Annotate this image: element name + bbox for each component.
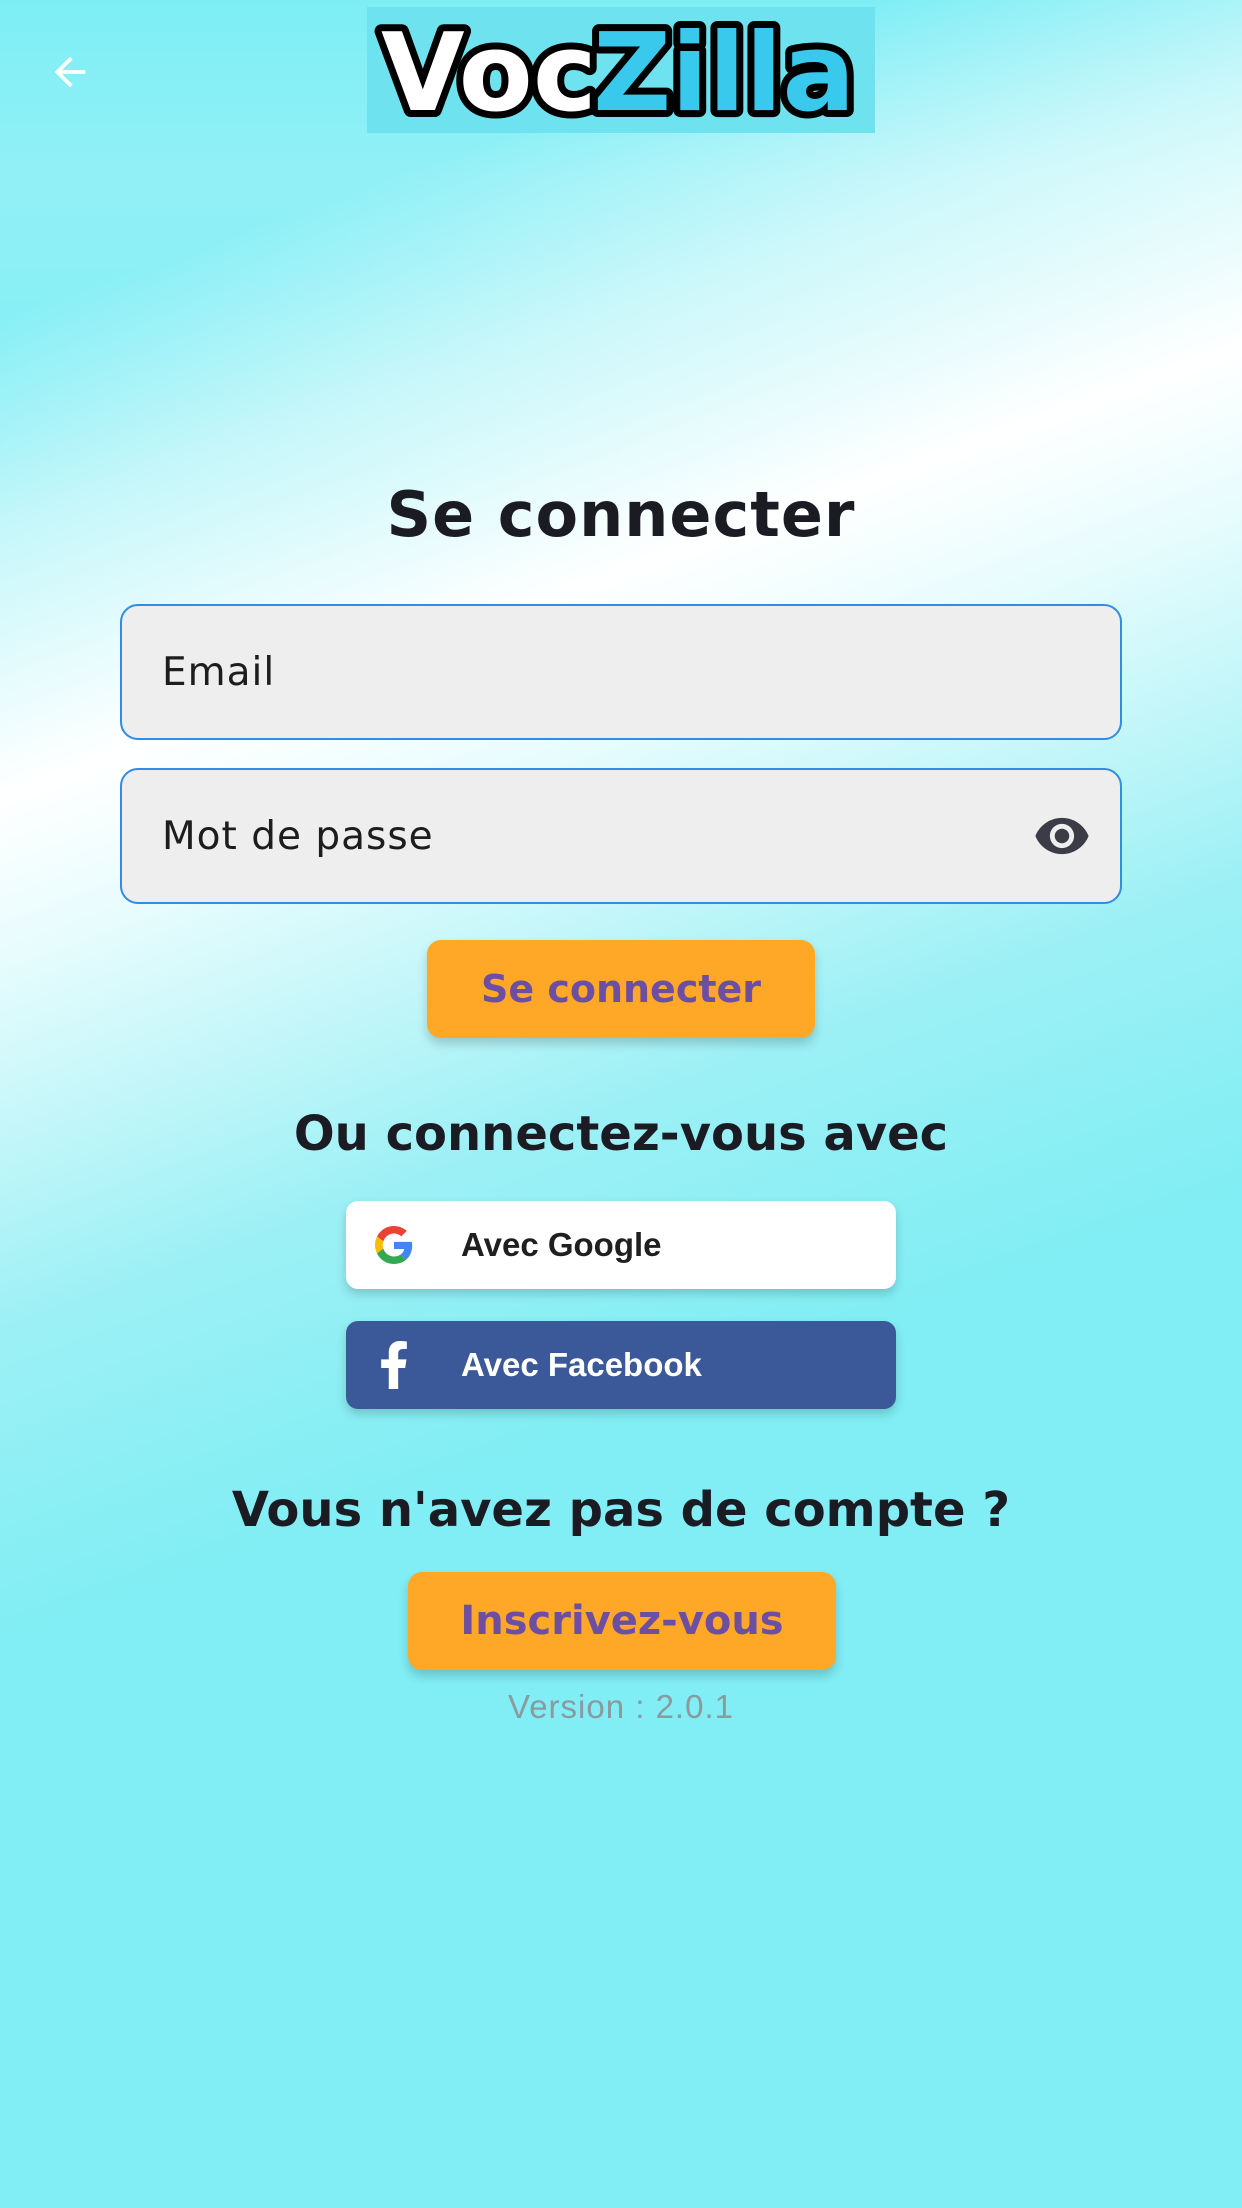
logo-text-dark: Voc xyxy=(381,11,597,130)
facebook-login-button[interactable]: Avec Facebook xyxy=(346,1321,896,1409)
arrow-left-icon xyxy=(47,49,93,100)
no-account-heading: Vous n'avez pas de compte ? xyxy=(231,1482,1011,1538)
facebook-icon xyxy=(370,1341,418,1389)
eye-icon xyxy=(1033,807,1091,870)
signup-button[interactable]: Inscrivez-vous xyxy=(408,1572,836,1670)
email-placeholder: Email xyxy=(162,649,276,695)
background xyxy=(0,0,1242,2208)
google-login-button[interactable]: Avec Google xyxy=(346,1201,896,1289)
social-login-heading: Ou connectez-vous avec xyxy=(293,1106,949,1162)
logo-text-accent: Zilla xyxy=(593,11,855,130)
facebook-login-label: Avec Facebook xyxy=(461,1346,702,1383)
login-button[interactable]: Se connecter xyxy=(427,940,815,1038)
google-login-label: Avec Google xyxy=(461,1226,662,1263)
app-logo: Voc Voc Zilla Zilla xyxy=(367,7,875,133)
version-label: Version : 2.0.1 xyxy=(508,1688,734,1725)
email-field[interactable]: Email xyxy=(120,604,1122,740)
password-field[interactable]: Mot de passe xyxy=(120,768,1122,904)
back-button[interactable] xyxy=(40,44,100,104)
google-icon xyxy=(370,1221,418,1269)
page-title: Se connecter xyxy=(386,478,856,551)
password-visibility-toggle[interactable] xyxy=(1032,808,1092,868)
password-placeholder: Mot de passe xyxy=(162,813,434,859)
